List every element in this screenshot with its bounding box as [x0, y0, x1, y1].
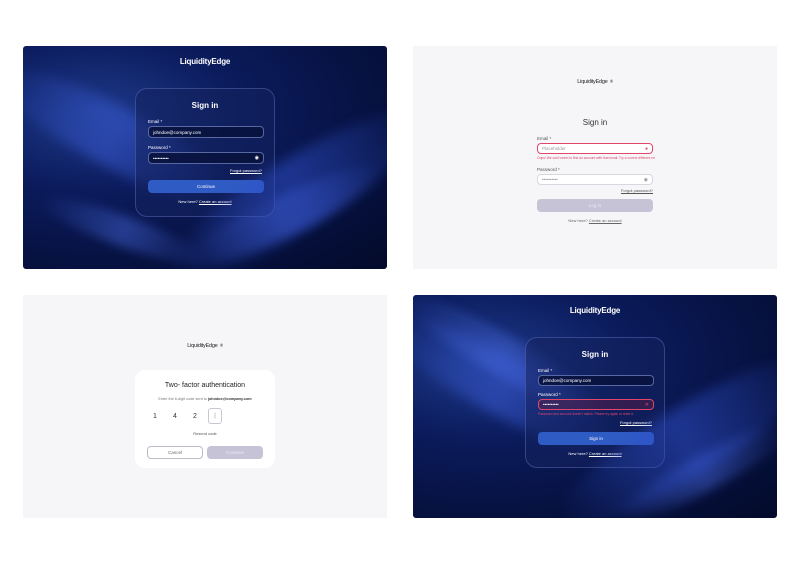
eye-icon[interactable]: ◉	[255, 155, 259, 161]
panel-signin-error-dark: LiquidityEdge Sign in Email * johndoe@co…	[413, 295, 777, 518]
new-here-text: New here?	[178, 199, 198, 204]
instruction-text: Enter the 6-digit code sent to	[158, 397, 207, 401]
2fa-card: Two- factor authentication Enter the 6-d…	[135, 370, 275, 468]
forgot-password-link[interactable]: Forgot password?	[230, 168, 262, 173]
email-label: Email *	[538, 368, 553, 373]
password-label: Password *	[537, 167, 560, 172]
password-field[interactable]: •••••••••• ◉	[537, 174, 653, 185]
create-account-link[interactable]: Create an account	[589, 451, 622, 456]
panel-signin-light: LiquidityEdge ® Sign in Email * Placehol…	[413, 46, 777, 269]
password-label: Password *	[538, 392, 561, 397]
create-account-link[interactable]: Create an account	[199, 199, 232, 204]
logo: LiquidityEdge ®	[577, 79, 613, 85]
panel-2fa: LiquidityEdge ® Two- factor authenticati…	[23, 295, 387, 518]
password-error-text: Password and account doesn't match. Plea…	[538, 412, 634, 416]
instruction-email: johndoe@company.com	[207, 397, 252, 401]
cancel-button[interactable]: Cancel	[147, 446, 203, 459]
code-digit-6[interactable]	[248, 408, 262, 424]
email-field[interactable]: johndoe@company.com	[148, 126, 264, 138]
logo: LiquidityEdge	[179, 57, 231, 66]
code-digit-3[interactable]: 2	[188, 408, 202, 424]
continue-button[interactable]: Continue	[148, 180, 264, 193]
password-field[interactable]: •••••••••• ✕	[538, 399, 654, 410]
page-title: Sign in	[582, 118, 608, 127]
password-value: ••••••••••	[543, 402, 559, 407]
eye-icon[interactable]: ◉	[644, 177, 648, 183]
new-here-text: New here?	[568, 218, 588, 223]
signup-prompt: New here? Create an account	[526, 451, 664, 456]
error-icon: ●	[644, 145, 648, 152]
password-label: Password *	[148, 145, 171, 150]
code-digit-5[interactable]	[228, 408, 242, 424]
resend-code-link[interactable]: Resend code	[135, 431, 275, 436]
signin-card: Sign in Email * johndoe@company.com Pass…	[525, 337, 665, 468]
signin-card: Sign in Email * johndoe@company.com Pass…	[135, 88, 275, 217]
code-digit-4[interactable]: |	[208, 408, 222, 424]
signup-prompt: New here? Create an account	[136, 199, 274, 204]
login-button[interactable]: Log in	[537, 199, 653, 212]
email-field[interactable]: Placeholder ●	[537, 143, 653, 154]
email-field[interactable]: johndoe@company.com	[538, 375, 654, 386]
signup-prompt: New here? Create an account	[413, 218, 777, 223]
clear-icon[interactable]: ✕	[645, 402, 649, 408]
page-title: Sign in	[191, 101, 219, 110]
continue-button[interactable]: Continue	[207, 446, 263, 459]
code-digit-2[interactable]: 4	[168, 408, 182, 424]
logo: LiquidityEdge ®	[187, 343, 223, 349]
create-account-link[interactable]: Create an account	[589, 218, 622, 223]
panel-signin-dark: LiquidityEdge Sign in Email * johndoe@co…	[23, 46, 387, 269]
password-value: ••••••••••	[153, 155, 169, 161]
email-placeholder: Placeholder	[542, 146, 566, 151]
email-error-text: Oops! We can't seem to find an account w…	[537, 156, 655, 160]
password-value: ••••••••••	[542, 177, 558, 182]
email-label: Email *	[148, 119, 163, 124]
signin-button[interactable]: Sign in	[538, 432, 654, 445]
password-field[interactable]: •••••••••• ◉	[148, 152, 264, 164]
code-digit-1[interactable]: 1	[148, 408, 162, 424]
2fa-instruction: Enter the 6-digit code sent to johndoe@c…	[135, 397, 275, 401]
page-title: Two- factor authentication	[164, 382, 246, 389]
forgot-password-link[interactable]: Forgot password?	[620, 420, 652, 425]
forgot-password-link[interactable]: Forgot password?	[621, 188, 653, 193]
page-title: Sign in	[581, 350, 609, 359]
email-label: Email *	[537, 136, 552, 141]
logo: LiquidityEdge	[569, 306, 621, 315]
new-here-text: New here?	[568, 451, 588, 456]
